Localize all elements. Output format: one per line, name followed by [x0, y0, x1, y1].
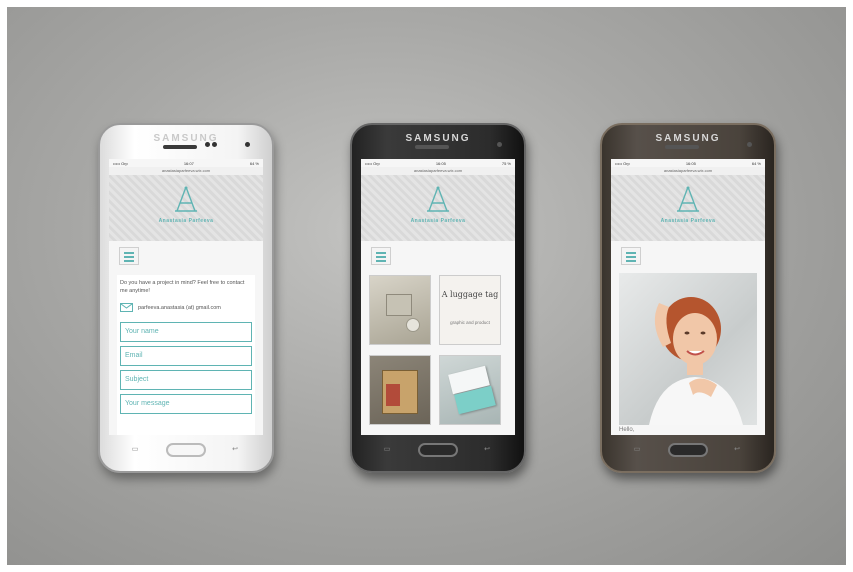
menu-icon-bar: [626, 260, 636, 262]
email-address[interactable]: parfeeva.anastasia (at) gmail.com: [138, 305, 221, 311]
menu-button[interactable]: [119, 247, 139, 265]
address-bar[interactable]: anastasiaparfeeva.wix.com: [361, 167, 515, 175]
menu-icon: [626, 252, 636, 254]
portrait-illustration: [649, 297, 743, 425]
sensor: [212, 142, 217, 147]
phone-screen: ••••• Orp 16:05 75 % anastasiaparfeeva.w…: [361, 159, 515, 435]
status-bar: ••••• Orp 16:05 75 %: [361, 159, 515, 167]
name-field[interactable]: Your name: [120, 322, 252, 342]
tile-subtitle: graphic and product: [450, 320, 490, 325]
logo-icon[interactable]: [425, 185, 451, 215]
logo-icon[interactable]: [173, 185, 199, 215]
earpiece: [415, 145, 449, 149]
phone-screen: ••••• Orp 16:05 64 % anastasiaparfeeva.w…: [611, 159, 765, 435]
menu-icon-bar: [376, 260, 386, 262]
sensor-dot: [245, 142, 250, 147]
front-camera: [747, 142, 752, 147]
recent-apps-icon[interactable]: ▭: [382, 446, 392, 454]
recent-apps-icon[interactable]: ▭: [632, 446, 642, 454]
product-photo-tile[interactable]: [369, 275, 431, 345]
back-key-icon[interactable]: ↩: [732, 446, 742, 454]
email-line[interactable]: parfeeva.anastasia (at) gmail.com: [117, 295, 255, 318]
carrier-text: ••••• Orp: [113, 160, 128, 166]
status-bar: ••••• Orp 16:05 64 %: [611, 159, 765, 167]
status-time: 16:05: [435, 160, 446, 166]
luggage-tag-tile[interactable]: A luggage tag graphic and product: [439, 275, 501, 345]
menu-icon: [376, 252, 386, 254]
logo-icon[interactable]: [675, 185, 701, 215]
address-bar[interactable]: anastasiaparfeeva.wix.com: [109, 167, 263, 175]
earpiece: [163, 145, 197, 149]
battery-text: 64 %: [249, 160, 259, 166]
status-time: 16:05: [685, 160, 696, 166]
product-shape: [406, 318, 420, 332]
status-time: 16:07: [183, 160, 194, 166]
carrier-text: ••••• Orp: [365, 160, 380, 166]
phone-screen: ••••• Orp 16:07 64 % anastasiaparfeeva.w…: [109, 159, 263, 435]
home-button[interactable]: [418, 443, 458, 457]
subject-field[interactable]: Subject: [120, 370, 252, 390]
phone-bronze: SAMSUNG ••••• Orp 16:05 64 % anastasiapa…: [600, 123, 776, 473]
menu-icon-bar: [626, 256, 636, 258]
recent-apps-icon[interactable]: ▭: [130, 446, 140, 454]
menu-icon-bar: [376, 256, 386, 258]
phone-white: SAMSUNG ••••• Orp 16:07 64 % anastasiapa…: [98, 123, 274, 473]
back-key-icon[interactable]: ↩: [230, 446, 240, 454]
home-button[interactable]: [166, 443, 206, 457]
site-header: Anastasia Parfeeva: [611, 175, 765, 241]
tile-title: A luggage tag: [441, 290, 499, 299]
envelope-icon: [120, 303, 133, 312]
menu-icon: [124, 252, 134, 254]
portrait-photo: [619, 273, 757, 425]
site-header: Anastasia Parfeeva: [361, 175, 515, 241]
site-name: Anastasia Parfeeva: [410, 218, 466, 224]
email-field[interactable]: Email: [120, 346, 252, 366]
site-name: Anastasia Parfeeva: [158, 218, 214, 224]
site-name: Anastasia Parfeeva: [660, 218, 716, 224]
contact-panel: Do you have a project in mind? Feel free…: [117, 275, 255, 435]
product-shape: [386, 294, 412, 316]
back-key-icon[interactable]: ↩: [482, 446, 492, 454]
product-mockup-scene: SAMSUNG ••••• Orp 16:07 64 % anastasiapa…: [7, 7, 846, 565]
greeting-text: Hello,: [619, 427, 635, 433]
furniture-tile[interactable]: [369, 355, 431, 425]
business-cards-tile[interactable]: [439, 355, 501, 425]
menu-icon-bar: [124, 256, 134, 258]
site-header: Anastasia Parfeeva: [109, 175, 263, 241]
battery-text: 75 %: [501, 160, 511, 166]
menu-button[interactable]: [371, 247, 391, 265]
contact-intro: Do you have a project in mind? Feel free…: [120, 280, 245, 294]
earpiece: [665, 145, 699, 149]
address-bar[interactable]: anastasiaparfeeva.wix.com: [611, 167, 765, 175]
menu-button[interactable]: [621, 247, 641, 265]
carrier-text: ••••• Orp: [615, 160, 630, 166]
furniture-shape: [386, 384, 400, 406]
menu-icon-bar: [124, 260, 134, 262]
phone-black: SAMSUNG ••••• Orp 16:05 75 % anastasiapa…: [350, 123, 526, 473]
message-field[interactable]: Your message: [120, 394, 252, 414]
home-button[interactable]: [668, 443, 708, 457]
front-camera: [205, 142, 210, 147]
battery-text: 64 %: [751, 160, 761, 166]
status-bar: ••••• Orp 16:07 64 %: [109, 159, 263, 167]
front-camera: [497, 142, 502, 147]
